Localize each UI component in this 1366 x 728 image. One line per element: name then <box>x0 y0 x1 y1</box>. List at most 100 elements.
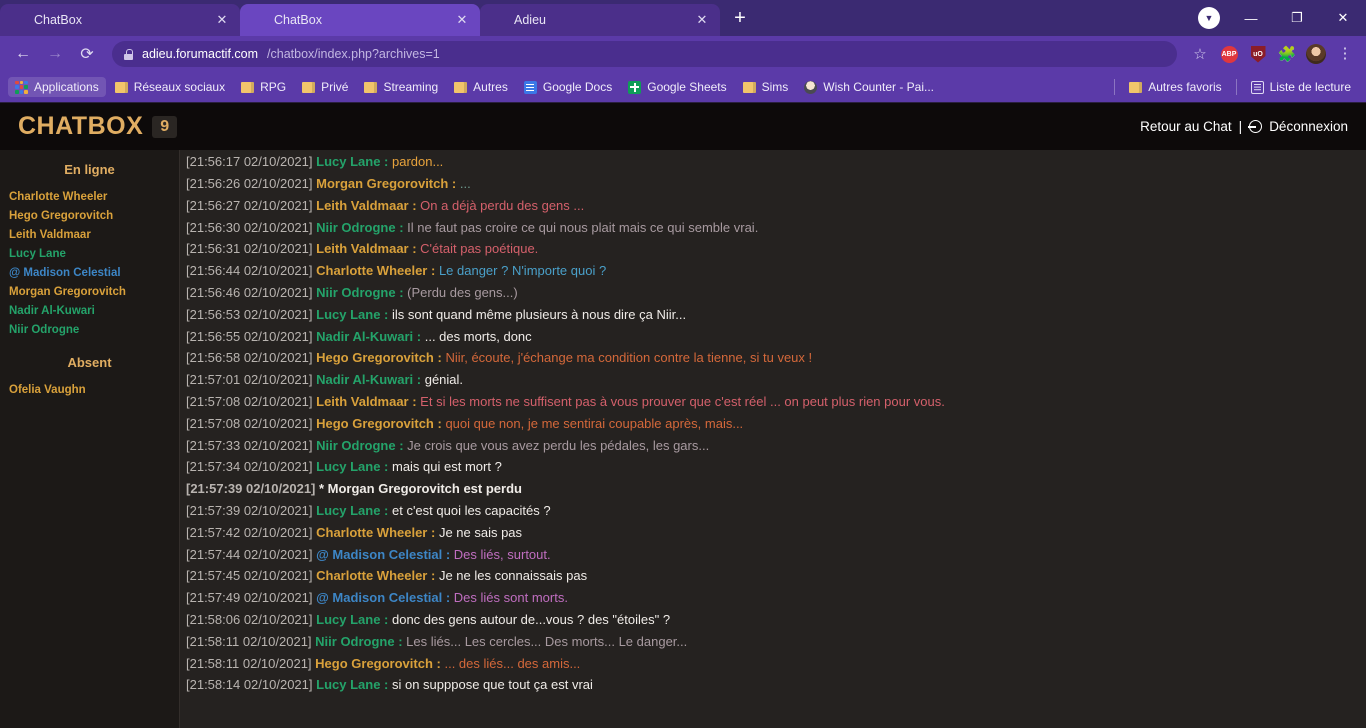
browser-tab-2[interactable]: Adieu ✕ <box>480 4 720 36</box>
message-author[interactable]: Leith Valdmaar <box>316 394 408 409</box>
bookmark-prive[interactable]: Privé <box>295 77 355 97</box>
message-text: Je ne les connaissais pas <box>438 568 588 584</box>
forward-button[interactable]: → <box>40 39 70 69</box>
bookmark-autres[interactable]: Autres <box>447 77 515 97</box>
google-sheets-icon <box>628 80 642 94</box>
chat-message: [21:56:58 02/10/2021] Hego Gregorovitch … <box>180 347 1366 369</box>
message-text: mais qui est mort ? <box>391 459 502 475</box>
logout-link[interactable]: Déconnexion <box>1269 119 1348 134</box>
extensions-puzzle-icon[interactable]: 🧩 <box>1274 41 1300 67</box>
chat-message: [21:58:06 02/10/2021] Lucy Lane : donc d… <box>180 609 1366 631</box>
bookmark-reseaux-sociaux[interactable]: Réseaux sociaux <box>108 77 232 97</box>
profile-badge-icon[interactable]: ▼ <box>1198 7 1220 29</box>
close-window-button[interactable]: ✕ <box>1320 0 1366 36</box>
message-author[interactable]: Nadir Al-Kuwari <box>316 329 413 344</box>
message-text: On a déjà perdu des gens ... <box>420 197 585 213</box>
sidebar-online-user[interactable]: Morgan Gregorovitch <box>0 282 179 301</box>
message-timestamp: [21:57:08 02/10/2021] <box>186 393 317 409</box>
sidebar-online-user[interactable]: @ Madison Celestial <box>0 263 179 282</box>
message-timestamp: [21:58:06 02/10/2021] <box>186 611 317 627</box>
address-bar[interactable]: adieu.forumactif.com/chatbox/index.php?a… <box>112 41 1177 67</box>
ublock-origin-icon[interactable]: uO <box>1245 41 1271 67</box>
maximize-button[interactable]: ❐ <box>1274 0 1320 36</box>
message-author[interactable]: Charlotte Wheeler <box>316 525 427 540</box>
message-author[interactable]: Charlotte Wheeler <box>316 568 427 583</box>
bookmark-wish-counter[interactable]: Wish Counter - Pai... <box>797 77 941 97</box>
bookmark-rpg[interactable]: RPG <box>234 77 293 97</box>
message-author[interactable]: Niir Odrogne <box>315 634 394 649</box>
close-icon[interactable]: ✕ <box>454 12 470 28</box>
bookmark-applications[interactable]: Applications <box>8 77 106 97</box>
message-author[interactable]: Lucy Lane <box>316 156 380 169</box>
message-author[interactable]: Niir Odrogne <box>316 220 395 235</box>
message-timestamp: [21:56:55 02/10/2021] <box>186 328 317 344</box>
message-author[interactable]: Niir Odrogne <box>316 438 395 453</box>
message-author[interactable]: Lucy Lane <box>316 459 380 474</box>
browser-tab-0[interactable]: ChatBox ✕ <box>0 4 240 36</box>
chat-message: [21:56:27 02/10/2021] Leith Valdmaar : O… <box>180 195 1366 217</box>
chat-message: [21:56:30 02/10/2021] Niir Odrogne : Il … <box>180 217 1366 239</box>
message-author[interactable]: Hego Gregorovitch <box>315 656 433 671</box>
message-separator: : <box>432 655 445 671</box>
profile-avatar[interactable] <box>1303 41 1329 67</box>
browser-tab-1[interactable]: ChatBox ✕ <box>240 4 480 36</box>
adblock-plus-icon[interactable]: ABP <box>1216 41 1242 67</box>
bookmark-star-icon[interactable]: ☆ <box>1187 41 1213 67</box>
message-author[interactable]: Niir Odrogne <box>316 285 395 300</box>
sidebar-online-user[interactable]: Lucy Lane <box>0 244 179 263</box>
message-text: ... des morts, donc <box>424 328 532 344</box>
message-author[interactable]: Lucy Lane <box>316 612 380 627</box>
message-text: ... des liés... des amis... <box>444 655 581 671</box>
bookmark-autres-favoris[interactable]: Autres favoris <box>1122 77 1228 97</box>
message-separator: : <box>380 502 392 518</box>
message-author[interactable]: Lucy Lane <box>316 307 380 322</box>
sidebar-absent-user[interactable]: Ofelia Vaughn <box>0 380 179 399</box>
message-text: Le danger ? N'importe quoi ? <box>438 263 607 279</box>
message-author[interactable]: Leith Valdmaar <box>316 198 408 213</box>
bookmark-sims[interactable]: Sims <box>736 77 796 97</box>
message-author[interactable]: Hego Gregorovitch <box>316 416 434 431</box>
message-text: Je ne sais pas <box>438 524 523 540</box>
minimize-button[interactable]: — <box>1228 0 1274 36</box>
browser-window: ChatBox ✕ ChatBox ✕ Adieu ✕ + ▼ — ❐ ✕ ← … <box>0 0 1366 728</box>
bookmark-liste-de-lecture[interactable]: Liste de lecture <box>1244 77 1358 97</box>
close-icon[interactable]: ✕ <box>694 12 710 28</box>
back-button[interactable]: ← <box>8 39 38 69</box>
bookmark-google-docs[interactable]: Google Docs <box>517 77 619 97</box>
sidebar-online-user[interactable]: Leith Valdmaar <box>0 225 179 244</box>
new-tab-button[interactable]: + <box>726 5 754 33</box>
reload-button[interactable]: ⟳ <box>72 39 102 69</box>
sidebar-online-user[interactable]: Charlotte Wheeler <box>0 187 179 206</box>
message-text: Des liés, surtout. <box>453 546 551 562</box>
chat-message: [21:57:49 02/10/2021] @ Madison Celestia… <box>180 587 1366 609</box>
message-timestamp: [21:57:34 02/10/2021] <box>186 459 317 475</box>
sidebar-online-user[interactable]: Niir Odrogne <box>0 320 179 339</box>
message-author[interactable]: Hego Gregorovitch <box>316 350 434 365</box>
back-to-chat-link[interactable]: Retour au Chat <box>1140 119 1232 134</box>
bookmark-label: Autres <box>473 80 508 94</box>
message-author[interactable]: Lucy Lane <box>316 677 380 692</box>
message-author[interactable]: @ Madison Celestial <box>316 547 442 562</box>
close-icon[interactable]: ✕ <box>214 12 230 28</box>
divider <box>1114 79 1116 95</box>
chatbox-header: CHATBOX 9 Retour au Chat | Déconnexion <box>0 102 1366 150</box>
message-separator: : <box>433 350 446 366</box>
message-author[interactable]: Nadir Al-Kuwari <box>316 372 413 387</box>
bookmark-streaming[interactable]: Streaming <box>357 77 445 97</box>
message-author[interactable]: @ Madison Celestial <box>316 590 442 605</box>
message-author[interactable]: Morgan Gregorovitch <box>316 176 448 191</box>
bookmark-google-sheets[interactable]: Google Sheets <box>621 77 733 97</box>
chat-message: [21:57:08 02/10/2021] Leith Valdmaar : E… <box>180 391 1366 413</box>
message-author[interactable]: Leith Valdmaar <box>316 241 408 256</box>
chatbox-message-log[interactable]: [21:56:17 02/10/2021] Lucy Lane : pardon… <box>180 150 1366 728</box>
sidebar-online-user[interactable]: Nadir Al-Kuwari <box>0 301 179 320</box>
chrome-menu-kebab-icon[interactable]: ⋮ <box>1332 41 1358 67</box>
star-favicon-icon <box>250 12 266 28</box>
message-author[interactable]: Lucy Lane <box>316 503 380 518</box>
sidebar-online-user[interactable]: Hego Gregorovitch <box>0 206 179 225</box>
wish-counter-icon <box>804 80 818 94</box>
bookmark-label: Autres favoris <box>1148 80 1222 94</box>
message-text: ... <box>459 176 471 191</box>
message-author[interactable]: Charlotte Wheeler <box>316 263 427 278</box>
message-separator: : <box>448 176 460 191</box>
